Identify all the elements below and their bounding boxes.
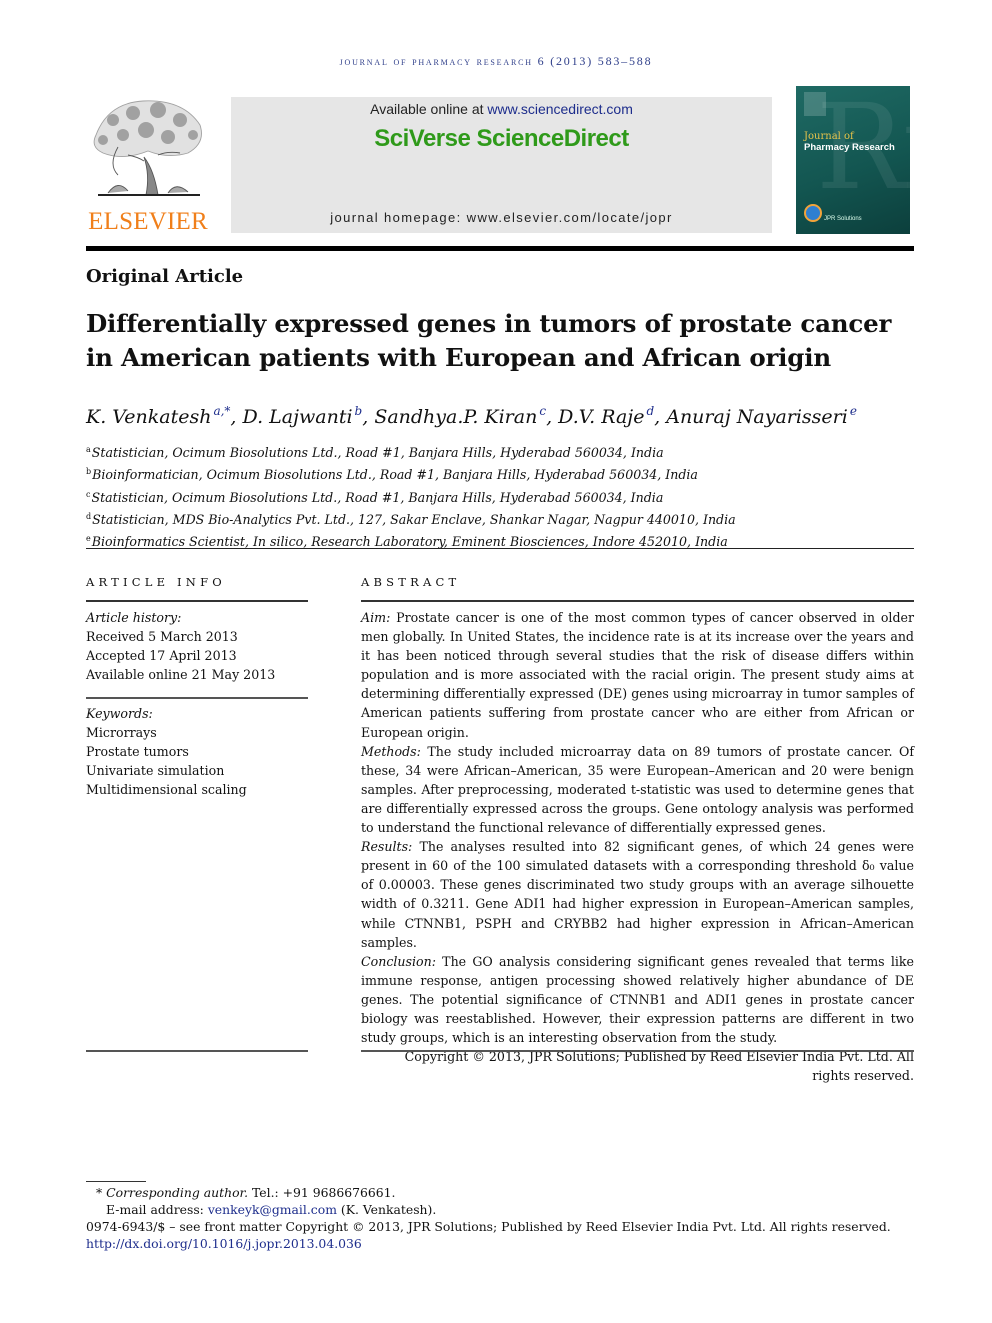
affiliation-text: Statistician, Ocimum Biosolutions Ltd., … (91, 489, 664, 505)
affiliations: aStatistician, Ocimum Biosolutions Ltd.,… (86, 440, 916, 551)
author-name: D. Lajwanti (242, 406, 353, 428)
affiliation-text: Statistician, MDS Bio-Analytics Pvt. Ltd… (92, 511, 736, 527)
author-affiliation-ref[interactable]: c (539, 404, 546, 418)
available-online-label: Available online at (370, 101, 488, 117)
jpr-logo-icon (804, 204, 822, 222)
cover-title-line2: Pharmacy Research (804, 142, 895, 153)
footnotes: * Corresponding author. Tel.: +91 968667… (86, 1184, 916, 1252)
keyword: Prostate tumors (86, 744, 189, 759)
corresponding-author-note: * Corresponding author. Tel.: +91 968667… (86, 1184, 916, 1201)
elsevier-tree-icon (93, 100, 202, 196)
author-name: Anuraj Nayarisseri (666, 406, 848, 428)
abstract-section-text: Prostate cancer is one of the most commo… (361, 610, 914, 740)
affiliation-key: b (86, 467, 92, 477)
cover-title-line1: Journal of (804, 131, 854, 142)
keyword: Univariate simulation (86, 763, 225, 778)
author-affiliation-ref[interactable]: a,* (213, 404, 230, 418)
article-info-end-divider (86, 1050, 308, 1052)
abstract-section-label: Methods: (361, 743, 421, 759)
affiliation: aStatistician, Ocimum Biosolutions Ltd.,… (86, 440, 916, 462)
front-matter-note: 0974-6943/$ – see front matter Copyright… (86, 1219, 891, 1234)
corresponding-tel: Tel.: +91 9686676661. (248, 1185, 396, 1200)
affiliation: bBioinformatician, Ocimum Biosolutions L… (86, 462, 916, 484)
footnote-divider (86, 1181, 146, 1182)
email-suffix: (K. Venkatesh). (336, 1202, 437, 1217)
abstract-divider (361, 600, 914, 602)
abstract-copyright: Copyright © 2013, JPR Solutions; Publish… (404, 1049, 914, 1084)
journal-homepage[interactable]: journal homepage: www.elsevier.com/locat… (231, 210, 772, 225)
doi-link[interactable]: http://dx.doi.org/10.1016/j.jopr.2013.04… (86, 1236, 362, 1251)
author-name: D.V. Raje (558, 406, 645, 428)
history-received: Received 5 March 2013 (86, 629, 238, 644)
email-note: E-mail address: venkeyk@gmail.com (K. Ve… (86, 1201, 916, 1218)
cover-publisher: JPR Solutions (824, 216, 862, 222)
email-label: E-mail address: (106, 1202, 208, 1217)
abstract-end-divider (361, 1050, 914, 1052)
affiliation-text: Bioinformatics Scientist, In silico, Res… (91, 534, 728, 550)
affiliation-text: Statistician, Ocimum Biosolutions Ltd., … (91, 445, 664, 460)
affiliation-key: a (86, 445, 91, 454)
keywords: Keywords: Microrrays Prostate tumors Uni… (86, 704, 308, 799)
header-divider (86, 246, 914, 251)
affiliation: cStatistician, Ocimum Biosolutions Ltd.,… (86, 485, 916, 507)
abstract-conclusion: Conclusion: The GO analysis considering … (361, 952, 914, 1047)
author: Sandhya.P. Kiran c (374, 404, 546, 428)
author-affiliation-ref[interactable]: e (850, 404, 857, 418)
sciencedirect-banner: Available online at www.sciencedirect.co… (231, 97, 772, 233)
affiliation-text: Bioinformatician, Ocimum Biosolutions Lt… (92, 467, 698, 483)
abstract-body: Aim: Prostate cancer is one of the most … (361, 608, 914, 1085)
author-name: Sandhya.P. Kiran (374, 406, 538, 428)
elsevier-wordmark: ELSEVIER (88, 208, 208, 235)
abstract-aim: Aim: Prostate cancer is one of the most … (361, 608, 914, 742)
article-history-label: Article history: (86, 610, 182, 625)
email-link[interactable]: venkeyk@gmail.com (208, 1202, 337, 1217)
author-affiliation-ref[interactable]: b (355, 404, 363, 418)
author: Anuraj Nayarisseri e (666, 404, 857, 428)
abstract-methods: Methods: The study included microarray d… (361, 742, 914, 837)
sciverse-sciencedirect-logo[interactable]: SciVerse ScienceDirect (231, 125, 772, 153)
history-accepted: Accepted 17 April 2013 (86, 648, 237, 663)
author: K. Venkatesh a,* (86, 404, 230, 428)
affiliation-key: e (86, 534, 91, 544)
keywords-label: Keywords: (86, 706, 153, 721)
keywords-divider (86, 697, 308, 699)
article-info-heading: ARTICLE INFO (86, 575, 226, 589)
available-online: Available online at www.sciencedirect.co… (231, 101, 772, 117)
corresponding-author-label: Corresponding author. (106, 1185, 249, 1200)
keyword: Multidimensional scaling (86, 782, 247, 797)
article-title: Differentially expressed genes in tumors… (86, 309, 892, 372)
abstract-section-text: The analyses resulted into 82 significan… (361, 839, 914, 950)
history-available-online: Available online 21 May 2013 (86, 667, 276, 682)
sciencedirect-link[interactable]: www.sciencedirect.com (487, 101, 633, 117)
abstract-section-label: Results: (361, 839, 413, 855)
author: D.V. Raje d (558, 404, 654, 428)
affiliations-divider (86, 548, 914, 549)
running-head: Journal of Pharmacy Research 6 (2013) 58… (339, 54, 653, 68)
abstract-section-label: Aim: (361, 610, 391, 625)
keyword: Microrrays (86, 725, 157, 740)
affiliation-key: c (86, 489, 91, 499)
abstract-section-label: Conclusion: (361, 953, 436, 969)
author-name: K. Venkatesh (86, 406, 212, 428)
author: D. Lajwanti b (242, 404, 363, 428)
elsevier-logo[interactable]: ELSEVIER (86, 95, 210, 237)
affiliation-key: d (86, 511, 92, 521)
abstract-section-text: The study included microarray data on 89… (361, 743, 914, 836)
author-affiliation-ref[interactable]: d (646, 404, 654, 418)
abstract-results: Results: The analyses resulted into 82 s… (361, 837, 914, 952)
abstract-section-text: The GO analysis considering significant … (361, 953, 914, 1046)
journal-cover[interactable]: Rx Journal of Pharmacy Research JPR Solu… (796, 86, 910, 234)
article-history: Article history: Received 5 March 2013 A… (86, 608, 308, 684)
article-info-divider (86, 600, 308, 602)
abstract-heading: ABSTRACT (361, 575, 461, 589)
author-list: K. Venkatesh a,*, D. Lajwanti b, Sandhya.P… (86, 404, 857, 428)
footnote-star: * (96, 1185, 103, 1200)
affiliation: dStatistician, MDS Bio-Analytics Pvt. Lt… (86, 507, 916, 529)
article-type: Original Article (86, 266, 244, 287)
